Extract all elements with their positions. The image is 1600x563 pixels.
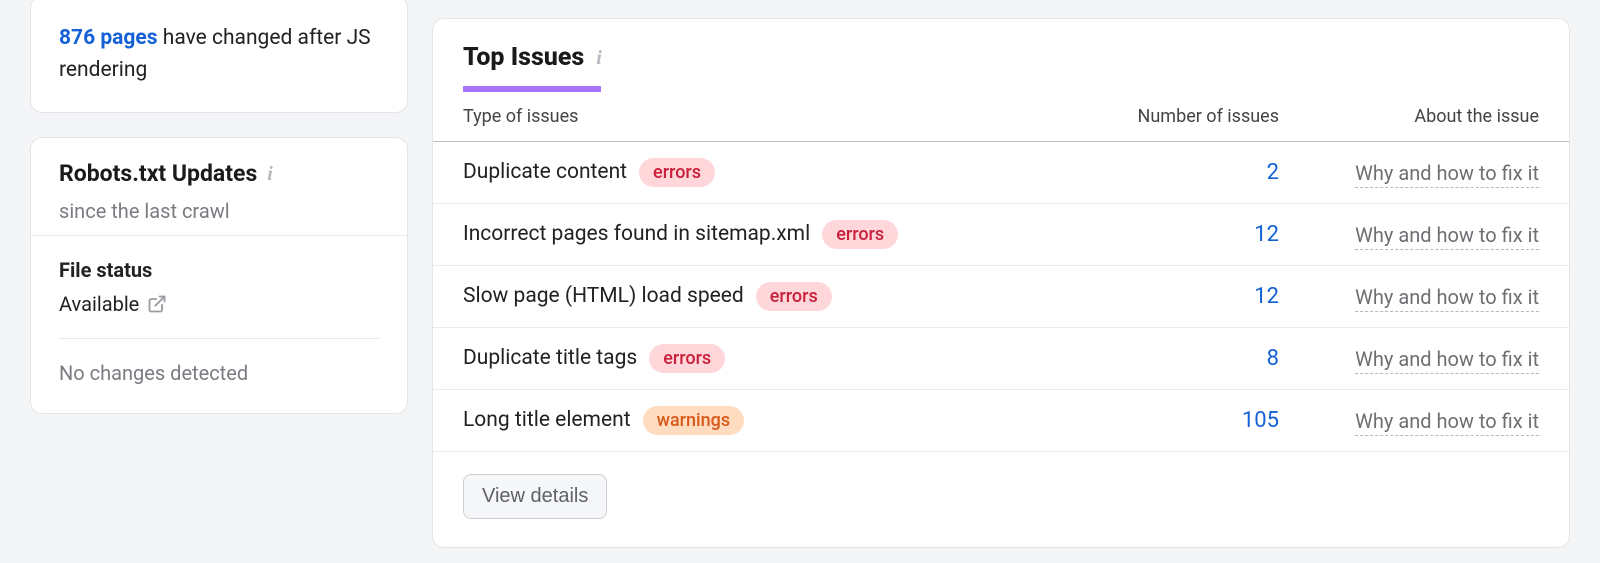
- table-row: Incorrect pages found in sitemap.xml erro…: [433, 204, 1569, 266]
- issue-name: Slow page (HTML) load speed: [463, 284, 744, 308]
- file-status-value: Available: [59, 292, 139, 316]
- issue-count-link[interactable]: 8: [1267, 346, 1279, 371]
- header-about: About the issue: [1279, 106, 1539, 127]
- issue-type-cell: Long title element warnings: [463, 406, 1019, 435]
- severity-badge: errors: [822, 220, 898, 249]
- issue-name: Incorrect pages found in sitemap.xml: [463, 222, 810, 246]
- issue-name: Duplicate title tags: [463, 346, 637, 370]
- view-details-button[interactable]: View details: [463, 474, 607, 519]
- divider: [59, 338, 379, 339]
- issue-name: Long title element: [463, 408, 631, 432]
- header-type: Type of issues: [463, 106, 1019, 127]
- issue-count-link[interactable]: 105: [1242, 408, 1279, 433]
- issue-about-cell: Why and how to fix it: [1279, 161, 1539, 185]
- issue-count-cell: 8: [1019, 346, 1279, 371]
- severity-badge: errors: [756, 282, 832, 311]
- js-rendering-card: 876 pages have changed after JS renderin…: [30, 0, 408, 113]
- severity-badge: errors: [639, 158, 715, 187]
- info-icon[interactable]: i: [267, 164, 273, 184]
- about-issue-link[interactable]: Why and how to fix it: [1355, 285, 1539, 312]
- external-link-icon[interactable]: [147, 294, 167, 314]
- issue-about-cell: Why and how to fix it: [1279, 285, 1539, 309]
- issue-about-cell: Why and how to fix it: [1279, 409, 1539, 433]
- issue-count-cell: 105: [1019, 408, 1279, 433]
- issues-title: Top Issues: [463, 43, 584, 72]
- file-status-label: File status: [59, 258, 379, 282]
- table-row: Duplicate content errors 2 Why and how to f…: [433, 142, 1569, 204]
- header-count: Number of issues: [1019, 106, 1279, 127]
- robots-subtitle: since the last crawl: [59, 199, 379, 223]
- issue-count-cell: 12: [1019, 222, 1279, 247]
- issue-count-cell: 12: [1019, 284, 1279, 309]
- table-header: Type of issues Number of issues About th…: [433, 92, 1569, 142]
- issue-type-cell: Duplicate title tags errors: [463, 344, 1019, 373]
- table-row: Duplicate title tags errors 8 Why and how t…: [433, 328, 1569, 390]
- issue-count-link[interactable]: 2: [1267, 160, 1279, 185]
- robots-title: Robots.txt Updates: [59, 160, 257, 187]
- issue-type-cell: Duplicate content errors: [463, 158, 1019, 187]
- issue-count-link[interactable]: 12: [1254, 222, 1279, 247]
- issue-type-cell: Incorrect pages found in sitemap.xml erro…: [463, 220, 1019, 249]
- severity-badge: errors: [649, 344, 725, 373]
- about-issue-link[interactable]: Why and how to fix it: [1355, 161, 1539, 188]
- about-issue-link[interactable]: Why and how to fix it: [1355, 223, 1539, 250]
- issue-type-cell: Slow page (HTML) load speed errors: [463, 282, 1019, 311]
- table-row: Long title element warnings 105 Why and how…: [433, 390, 1569, 452]
- no-changes-text: No changes detected: [59, 361, 379, 385]
- issue-count-link[interactable]: 12: [1254, 284, 1279, 309]
- table-row: Slow page (HTML) load speed errors 12 Why a…: [433, 266, 1569, 328]
- about-issue-link[interactable]: Why and how to fix it: [1355, 409, 1539, 436]
- issue-about-cell: Why and how to fix it: [1279, 347, 1539, 371]
- issue-about-cell: Why and how to fix it: [1279, 223, 1539, 247]
- info-icon[interactable]: i: [596, 48, 602, 68]
- about-issue-link[interactable]: Why and how to fix it: [1355, 347, 1539, 374]
- issue-name: Duplicate content: [463, 160, 627, 184]
- top-issues-card: Top Issues i Type of issues Number of is…: [432, 18, 1570, 548]
- severity-badge: warnings: [643, 406, 745, 435]
- robots-updates-card: Robots.txt Updates i since the last craw…: [30, 137, 408, 414]
- issue-count-cell: 2: [1019, 160, 1279, 185]
- changed-pages-link[interactable]: 876 pages: [59, 26, 158, 50]
